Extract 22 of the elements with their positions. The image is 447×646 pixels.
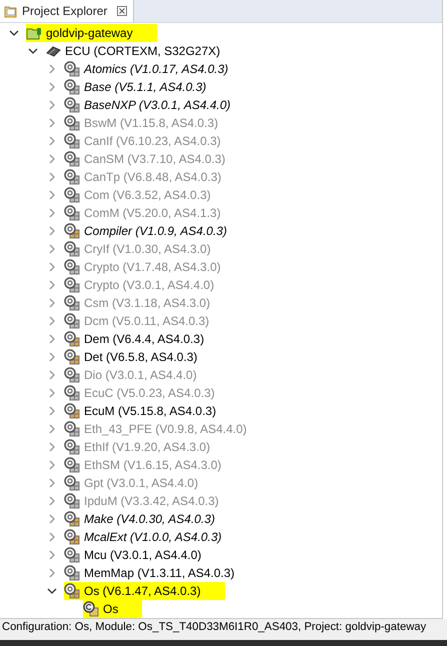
tree-item[interactable]: EcuM (V5.15.8, AS4.0.3) <box>64 402 220 420</box>
close-icon[interactable] <box>117 6 128 16</box>
tree-item[interactable]: McalExt (V1.0.0, AS4.0.3) <box>64 528 226 546</box>
folder-icon <box>4 4 18 18</box>
tree-item[interactable]: ECU (CORTEXM, S32G27X) <box>45 42 224 60</box>
config-icon <box>83 601 99 617</box>
project-folder-icon <box>26 26 42 40</box>
project-explorer-tab[interactable]: Project Explorer <box>0 0 134 22</box>
tree-item[interactable]: MemMap (V1.3.11, AS4.0.3) <box>64 564 239 582</box>
tree-item[interactable]: Make (V4.0.30, AS4.0.3) <box>64 510 219 528</box>
tree-item[interactable]: Atomics (V1.0.17, AS4.0.3) <box>64 60 232 78</box>
tree-item[interactable]: Os (V6.1.47, AS4.0.3) <box>64 582 225 600</box>
tree-item[interactable]: Os <box>83 600 142 618</box>
tree-item[interactable]: Compiler (V1.0.9, AS4.0.3) <box>64 222 231 240</box>
chip-icon <box>45 45 61 57</box>
tree-item[interactable]: Base (V5.1.1, AS4.0.3) <box>64 78 210 96</box>
status-text: Configuration: Os, Module: Os_TS_T40D33M6I1R0_AS403, Project: goldvip-gateway <box>1 620 428 633</box>
tree-item[interactable]: goldvip-gateway <box>26 24 157 42</box>
tree-item[interactable]: BaseNXP (V3.0.1, AS4.4.0) <box>64 96 235 114</box>
tree-item[interactable]: Mcu (V3.0.1, AS4.4.0) <box>64 546 206 564</box>
tree-item[interactable]: Det (V6.5.8, AS4.0.3) <box>64 348 202 366</box>
tree-item[interactable]: Dem (V6.4.4, AS4.0.3) <box>64 330 208 348</box>
